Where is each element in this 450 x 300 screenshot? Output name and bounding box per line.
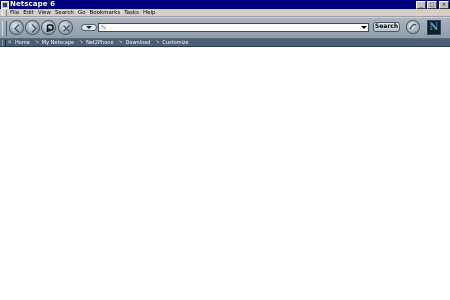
bookmark-customize[interactable]: ↘ Customize [155, 39, 188, 47]
app-icon[interactable] [1, 1, 9, 9]
forward-arrow-icon [31, 24, 37, 33]
search-button[interactable]: Search [373, 22, 400, 32]
bookmark-label: Net2Phone [86, 39, 114, 46]
stop-icon [63, 25, 70, 32]
menu-tasks[interactable]: Tasks [124, 9, 139, 17]
bookmark-icon: ↘ [155, 39, 160, 45]
bookmark-download[interactable]: ↘ Download [119, 39, 151, 47]
bookmark-net2phone[interactable]: ↘ Net2Phone [79, 39, 113, 47]
close-button[interactable]: × [439, 1, 449, 9]
throbber-arc-icon [409, 23, 417, 30]
home-icon: ⌂ [8, 39, 12, 45]
bookmark-label: Download [125, 39, 151, 46]
bookmark-home[interactable]: ⌂ Home [8, 39, 30, 47]
bookmark-label: My Netscape [41, 39, 75, 46]
reload-icon [46, 24, 54, 32]
back-button[interactable] [9, 20, 24, 35]
forward-button[interactable] [25, 20, 40, 35]
maximize-button[interactable]: □ [427, 1, 437, 9]
bookmark-icon: ↘ [34, 39, 39, 45]
menu-view[interactable]: View [38, 9, 51, 17]
personal-toolbar-grip-handle[interactable] [2, 39, 6, 46]
content-area[interactable] [0, 47, 450, 300]
bookmark-icon: ↘ [79, 39, 84, 45]
bookmark-icon: ↘ [118, 39, 123, 45]
window-controls: _ □ × [416, 1, 449, 9]
bookmark-my-netscape[interactable]: ↘ My Netscape [35, 39, 74, 47]
menu-bar: File Edit View Search Go Bookmarks Tasks… [0, 9, 450, 17]
bookmark-label: Home [15, 39, 30, 46]
personal-toolbar: ⌂ Home ↘ My Netscape ↘ Net2Phone ↘ Downl… [0, 39, 450, 47]
menu-file[interactable]: File [10, 9, 19, 17]
back-arrow-icon [14, 24, 20, 33]
url-field[interactable]: % [98, 23, 369, 32]
navigation-toolbar: % Search N [0, 17, 450, 39]
menu-search[interactable]: Search [55, 9, 74, 17]
throbber-icon[interactable] [406, 20, 420, 34]
netscape-logo[interactable]: N [427, 20, 441, 35]
menu-edit[interactable]: Edit [23, 9, 34, 17]
toolbar-grip-handle[interactable] [2, 21, 7, 36]
bookmark-label: Customize [162, 39, 189, 46]
url-history-dropdown-icon[interactable] [361, 25, 367, 30]
stop-button[interactable] [58, 20, 73, 35]
menu-go[interactable]: Go [78, 9, 86, 17]
menu-help[interactable]: Help [143, 9, 156, 17]
minimize-button[interactable]: _ [416, 1, 426, 9]
page-proxy-icon[interactable]: % [101, 25, 106, 31]
reload-button[interactable] [41, 20, 56, 35]
menu-bookmarks[interactable]: Bookmarks [89, 9, 120, 17]
address-dropdown-button[interactable] [81, 24, 97, 31]
menu-grip-handle[interactable] [2, 9, 7, 16]
